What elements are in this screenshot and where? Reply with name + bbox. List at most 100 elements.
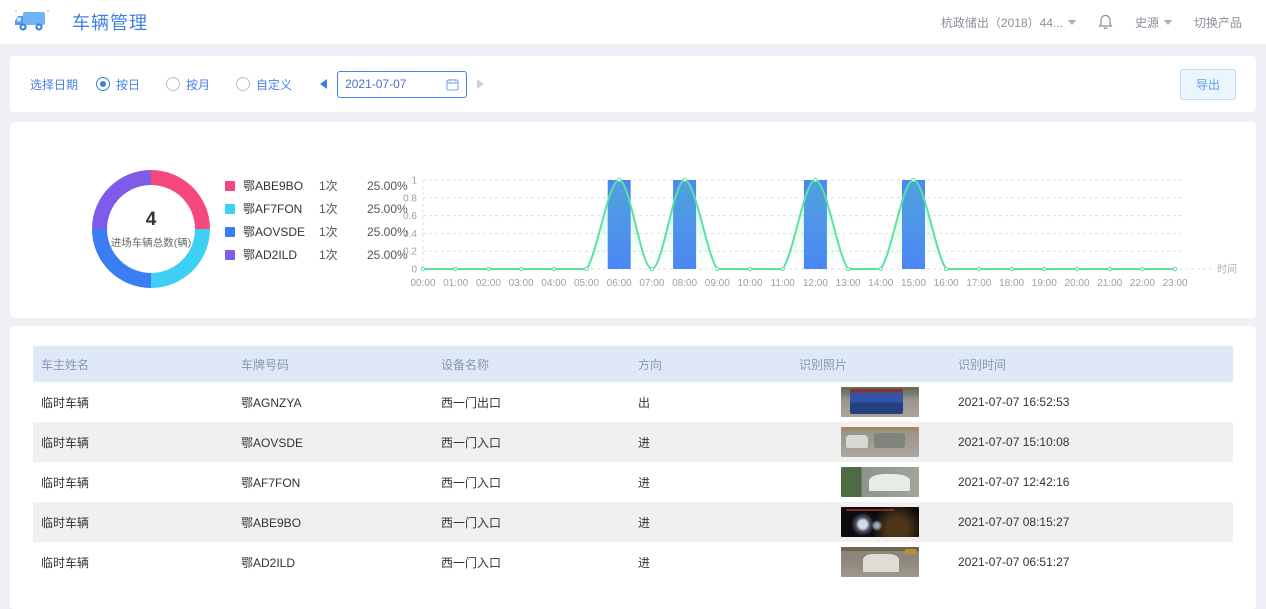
date-mode-radio[interactable]: 按日 bbox=[96, 76, 140, 93]
legend-swatch bbox=[225, 250, 235, 260]
plate-cell: 鄂AF7FON bbox=[233, 462, 433, 502]
chart-panel: 4 进场车辆总数(辆) 鄂ABE9BO1次25.00%鄂AF7FON1次25.0… bbox=[10, 122, 1256, 318]
svg-text:03:00: 03:00 bbox=[509, 278, 534, 289]
svg-text:18:00: 18:00 bbox=[999, 278, 1024, 289]
date-value: 2021-07-07 bbox=[345, 77, 440, 91]
next-date-arrow[interactable] bbox=[477, 79, 484, 89]
truck-logo-icon bbox=[14, 7, 54, 37]
legend-count: 1次 bbox=[319, 223, 367, 240]
svg-text:10:00: 10:00 bbox=[737, 278, 762, 289]
donut-total: 4 bbox=[146, 209, 157, 231]
notification-bell[interactable] bbox=[1098, 14, 1113, 30]
column-header: 车牌号码 bbox=[233, 346, 433, 382]
records-table-panel: 车主姓名车牌号码设备名称方向识别照片识别时间 临时车辆鄂AGNZYA西一门出口出… bbox=[10, 326, 1256, 609]
owner-cell: 临时车辆 bbox=[33, 382, 233, 422]
svg-text:0: 0 bbox=[411, 265, 417, 276]
date-picker-input[interactable]: 2021-07-07 bbox=[337, 71, 467, 98]
donut-chart: 4 进场车辆总数(辆) bbox=[92, 170, 210, 288]
calendar-icon bbox=[446, 78, 459, 91]
project-selector-label: 杭政储出（2018）44... bbox=[941, 14, 1063, 31]
switch-product-link[interactable]: 切换产品 bbox=[1194, 14, 1242, 31]
svg-text:19:00: 19:00 bbox=[1032, 278, 1057, 289]
svg-text:17:00: 17:00 bbox=[966, 278, 991, 289]
date-mode-radio[interactable]: 自定义 bbox=[236, 76, 292, 93]
owner-cell: 临时车辆 bbox=[33, 542, 233, 582]
svg-text:21:00: 21:00 bbox=[1097, 278, 1122, 289]
owner-cell: 临时车辆 bbox=[33, 462, 233, 502]
plate-cell: 鄂AD2ILD bbox=[233, 542, 433, 582]
table-row: 临时车辆鄂ABE9BO西一门入口进2021-07-07 08:15:27 bbox=[33, 502, 1233, 542]
table-row: 临时车辆鄂AOVSDE西一门入口进 2021-07-07 15:10:08 bbox=[33, 422, 1233, 462]
time-cell: 2021-07-07 08:15:27 bbox=[950, 502, 1233, 542]
svg-text:01:00: 01:00 bbox=[443, 278, 468, 289]
line-chart: 00.20.40.60.81 00:0001:0002:0003:0004:00… bbox=[380, 170, 1266, 310]
radio-icon bbox=[96, 77, 110, 91]
svg-text:0.4: 0.4 bbox=[403, 229, 417, 240]
device-cell: 西一门入口 bbox=[433, 542, 630, 582]
table-header-row: 车主姓名车牌号码设备名称方向识别照片识别时间 bbox=[33, 346, 1233, 382]
vehicle-photo[interactable] bbox=[841, 427, 919, 457]
column-header: 识别照片 bbox=[791, 346, 950, 382]
legend-count: 1次 bbox=[319, 177, 367, 194]
legend-count: 1次 bbox=[319, 200, 367, 217]
owner-cell: 临时车辆 bbox=[33, 422, 233, 462]
radio-label: 按月 bbox=[186, 76, 210, 93]
chevron-down-icon bbox=[1164, 20, 1172, 25]
svg-text:23:00: 23:00 bbox=[1163, 278, 1188, 289]
records-table: 车主姓名车牌号码设备名称方向识别照片识别时间 临时车辆鄂AGNZYA西一门出口出… bbox=[33, 346, 1233, 582]
svg-text:09:00: 09:00 bbox=[705, 278, 730, 289]
radio-label: 自定义 bbox=[256, 76, 292, 93]
chevron-down-icon bbox=[1068, 20, 1076, 25]
vehicle-photo[interactable] bbox=[841, 507, 919, 537]
user-menu[interactable]: 史源 bbox=[1135, 14, 1172, 31]
column-header: 识别时间 bbox=[950, 346, 1233, 382]
export-button[interactable]: 导出 bbox=[1180, 69, 1236, 100]
user-name: 史源 bbox=[1135, 14, 1159, 31]
svg-text:07:00: 07:00 bbox=[639, 278, 664, 289]
radio-icon bbox=[166, 77, 180, 91]
legend-plate: 鄂AOVSDE bbox=[243, 223, 319, 240]
plate-cell: 鄂AGNZYA bbox=[233, 382, 433, 422]
legend-swatch bbox=[225, 227, 235, 237]
table-row: 临时车辆鄂AD2ILD西一门入口进2021-07-07 06:51:27 bbox=[33, 542, 1233, 582]
legend-count: 1次 bbox=[319, 246, 367, 263]
project-selector[interactable]: 杭政储出（2018）44... bbox=[941, 14, 1076, 31]
svg-text:15:00: 15:00 bbox=[901, 278, 926, 289]
time-cell: 2021-07-07 06:51:27 bbox=[950, 542, 1233, 582]
device-cell: 西一门入口 bbox=[433, 462, 630, 502]
svg-text:00:00: 00:00 bbox=[410, 278, 435, 289]
svg-text:0.6: 0.6 bbox=[403, 211, 417, 222]
radio-icon bbox=[236, 77, 250, 91]
column-header: 车主姓名 bbox=[33, 346, 233, 382]
donut-title: 进场车辆总数(辆) bbox=[111, 235, 192, 250]
svg-text:16:00: 16:00 bbox=[934, 278, 959, 289]
table-body: 临时车辆鄂AGNZYA西一门出口出2021-07-07 16:52:53临时车辆… bbox=[33, 382, 1233, 582]
column-header: 设备名称 bbox=[433, 346, 630, 382]
time-cell: 2021-07-07 16:52:53 bbox=[950, 382, 1233, 422]
svg-text:14:00: 14:00 bbox=[868, 278, 893, 289]
time-cell: 2021-07-07 12:42:16 bbox=[950, 462, 1233, 502]
prev-date-arrow[interactable] bbox=[320, 79, 327, 89]
svg-text:11:00: 11:00 bbox=[771, 278, 796, 289]
svg-text:0.2: 0.2 bbox=[403, 247, 417, 258]
bell-icon bbox=[1098, 14, 1113, 30]
device-cell: 西一门入口 bbox=[433, 502, 630, 542]
date-mode-radio[interactable]: 按月 bbox=[166, 76, 210, 93]
svg-text:13:00: 13:00 bbox=[836, 278, 861, 289]
time-cell: 2021-07-07 15:10:08 bbox=[950, 422, 1233, 462]
date-mode-group: 按日 按月 自定义 bbox=[96, 76, 292, 93]
vehicle-photo[interactable] bbox=[841, 467, 919, 497]
date-filter-label: 选择日期 bbox=[30, 76, 78, 93]
legend-swatch bbox=[225, 204, 235, 214]
device-cell: 西一门入口 bbox=[433, 422, 630, 462]
direction-cell: 进 bbox=[630, 422, 791, 462]
legend-swatch bbox=[225, 181, 235, 191]
vehicle-photo[interactable] bbox=[841, 387, 919, 417]
svg-text:20:00: 20:00 bbox=[1064, 278, 1089, 289]
device-cell: 西一门出口 bbox=[433, 382, 630, 422]
plate-cell: 鄂AOVSDE bbox=[233, 422, 433, 462]
table-row: 临时车辆鄂AGNZYA西一门出口出2021-07-07 16:52:53 bbox=[33, 382, 1233, 422]
direction-cell: 进 bbox=[630, 462, 791, 502]
vehicle-photo[interactable] bbox=[841, 547, 919, 577]
direction-cell: 进 bbox=[630, 502, 791, 542]
